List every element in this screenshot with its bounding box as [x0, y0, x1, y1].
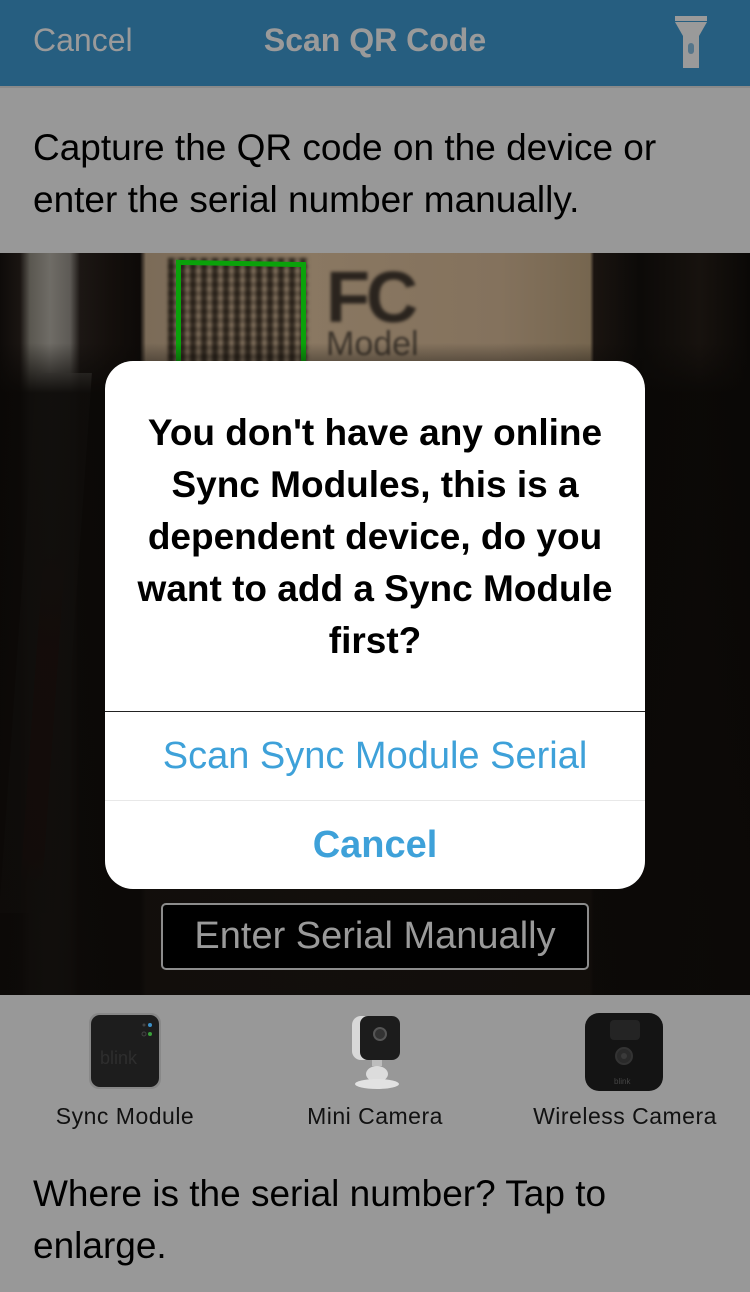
serial-location-help-link[interactable]: Where is the serial number? Tap to enlar…	[33, 1168, 673, 1272]
device-label: Sync Module	[55, 1103, 195, 1129]
flashlight-icon[interactable]	[673, 14, 713, 70]
scan-sync-module-serial-button[interactable]: Scan Sync Module Serial	[105, 712, 645, 800]
instruction-panel: Capture the QR code on the device or ent…	[0, 86, 750, 253]
sync-module-icon: blink	[88, 1012, 162, 1095]
device-label: Wireless Camera	[533, 1103, 717, 1129]
svg-text:blink: blink	[100, 1048, 138, 1068]
mini-camera-icon	[346, 1012, 406, 1097]
page-title: Scan QR Code	[263, 22, 487, 58]
alert-dialog: You don't have any online Sync Modules, …	[105, 361, 645, 889]
alert-cancel-button[interactable]: Cancel	[105, 801, 645, 889]
svg-text:blink: blink	[614, 1077, 631, 1086]
navigation-bar: Cancel Scan QR Code	[0, 0, 750, 86]
alert-message: You don't have any online Sync Modules, …	[137, 412, 613, 661]
nav-cancel-button[interactable]: Cancel	[33, 22, 133, 59]
device-label: Mini Camera	[307, 1103, 443, 1129]
enter-serial-manually-button[interactable]: Enter Serial Manually	[161, 903, 589, 970]
device-type-list: blink Sync Module Mini Camera blink Wire…	[0, 995, 750, 1145]
wireless-camera-icon: blink	[584, 1012, 664, 1097]
instruction-text: Capture the QR code on the device or ent…	[33, 127, 657, 220]
